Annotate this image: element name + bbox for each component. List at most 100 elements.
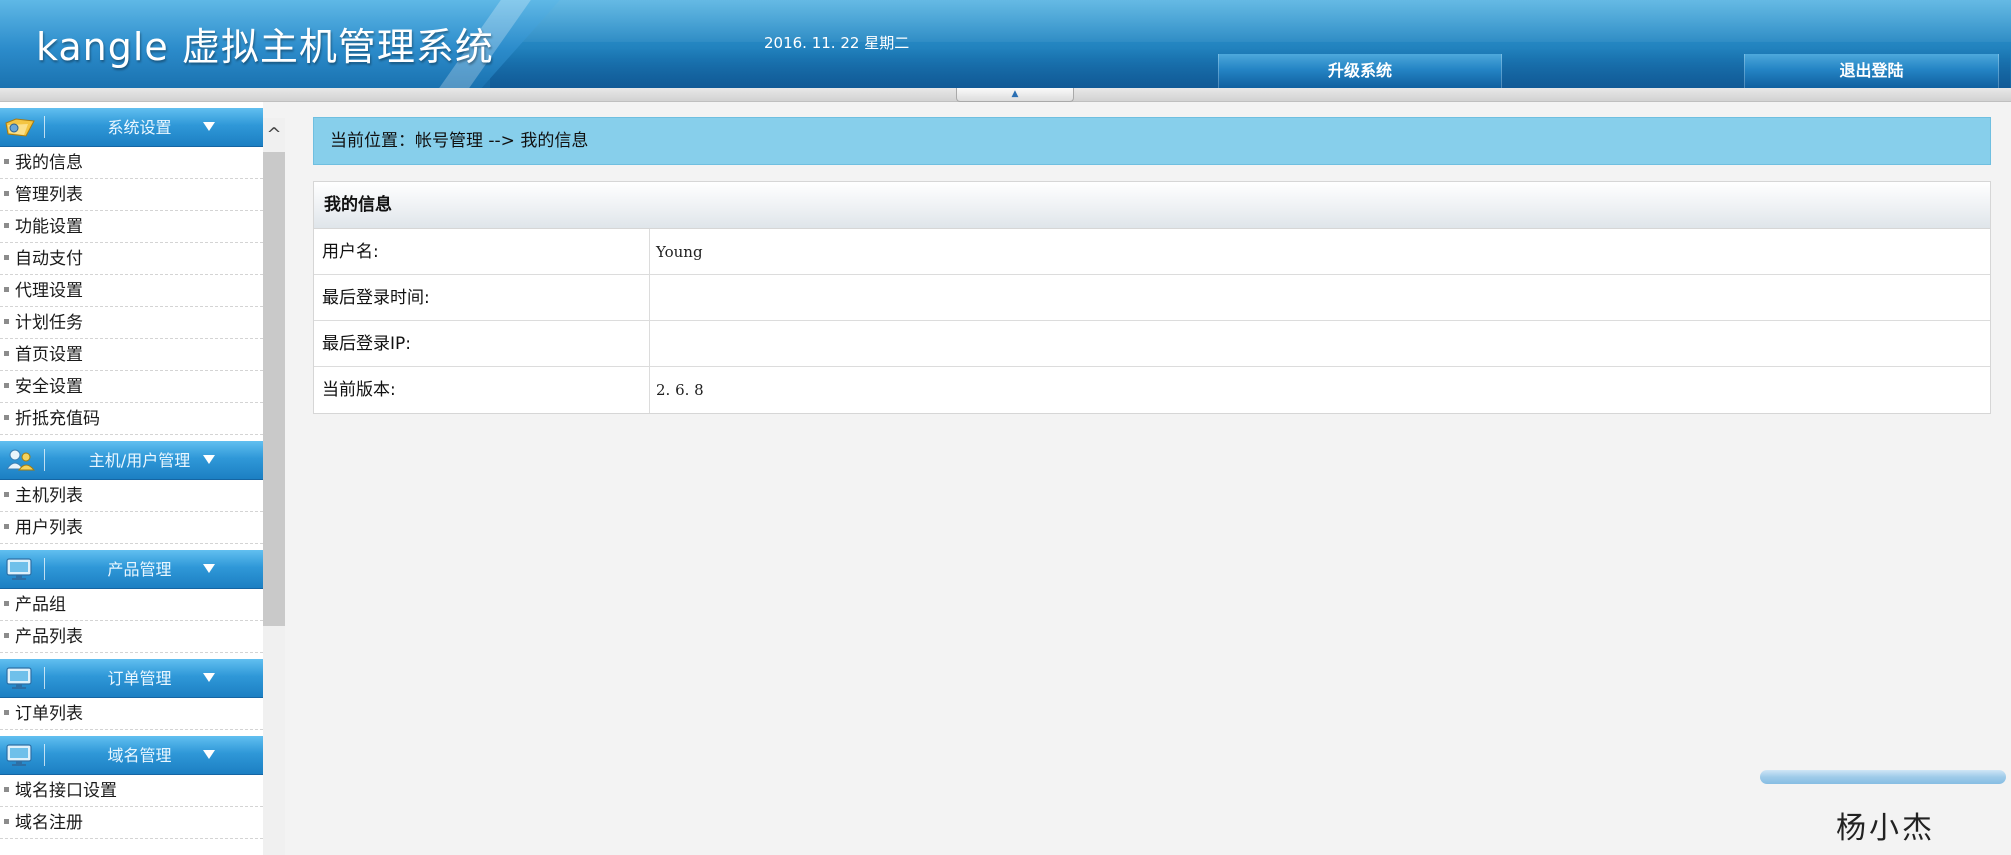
bullet-icon bbox=[4, 350, 9, 356]
bullet-icon bbox=[4, 382, 9, 388]
sidebar-item-label: 代理设置 bbox=[15, 281, 83, 301]
chevron-down-icon bbox=[203, 122, 215, 131]
bullet-icon bbox=[4, 190, 9, 196]
row-label-username: 用户名: bbox=[314, 229, 650, 274]
monitor-icon bbox=[6, 558, 32, 580]
chevron-down-icon bbox=[203, 673, 215, 682]
menu-group-host-user-management[interactable]: 主机/用户管理 bbox=[0, 441, 263, 480]
sidebar-item-label: 计划任务 bbox=[15, 313, 83, 333]
sidebar-item-security-settings[interactable]: 安全设置 bbox=[0, 371, 263, 403]
sidebar-item-scheduled-tasks[interactable]: 计划任务 bbox=[0, 307, 263, 339]
sidebar-item-label: 功能设置 bbox=[15, 217, 83, 237]
bullet-icon bbox=[4, 709, 9, 715]
bullet-icon bbox=[4, 600, 9, 606]
scroll-up-icon[interactable]: ^ bbox=[263, 118, 285, 152]
sidebar-item-label: 用户列表 bbox=[15, 518, 83, 538]
sidebar-item-label: 主机列表 bbox=[15, 486, 83, 506]
breadcrumb: 当前位置：帐号管理 --> 我的信息 bbox=[313, 117, 1991, 165]
bullet-icon bbox=[4, 414, 9, 420]
bullet-icon bbox=[4, 318, 9, 324]
chevron-down-icon bbox=[203, 455, 215, 464]
logout-button[interactable]: 退出登陆 bbox=[1744, 54, 1999, 88]
chevron-down-icon bbox=[203, 750, 215, 759]
sidebar-item-recharge-codes[interactable]: 折抵充值码 bbox=[0, 403, 263, 435]
menu-group-domain-management[interactable]: 域名管理 bbox=[0, 736, 263, 775]
bullet-icon bbox=[4, 254, 9, 260]
sidebar-item-label: 自动支付 bbox=[15, 249, 83, 269]
sidebar-item-homepage-settings[interactable]: 首页设置 bbox=[0, 339, 263, 371]
bullet-icon bbox=[4, 286, 9, 292]
decorative-bar bbox=[1760, 770, 2006, 784]
sidebar-item-label: 安全设置 bbox=[15, 377, 83, 397]
row-value-last-login-ip bbox=[650, 321, 1990, 366]
users-icon bbox=[6, 449, 36, 471]
sidebar: 系统设置 我的信息 管理列表 功能设置 自动支付 代理设置 计划任务 首页设置 … bbox=[0, 102, 263, 855]
menu-header-separator bbox=[44, 558, 45, 580]
sidebar-item-auto-payment[interactable]: 自动支付 bbox=[0, 243, 263, 275]
top-header: kangle 虚拟主机管理系统 2016. 11. 22 星期二 升级系统 退出… bbox=[0, 0, 2011, 88]
chevron-down-icon bbox=[203, 564, 215, 573]
table-title: 我的信息 bbox=[314, 182, 1990, 229]
bullet-icon bbox=[4, 786, 9, 792]
menu-header-separator bbox=[44, 116, 45, 138]
sidebar-item-label: 折抵充值码 bbox=[15, 409, 100, 429]
row-value-username: Young bbox=[656, 243, 703, 261]
menu-group-title: 主机/用户管理 bbox=[88, 451, 191, 470]
bullet-icon bbox=[4, 632, 9, 638]
menu-group-product-management[interactable]: 产品管理 bbox=[0, 550, 263, 589]
table-row: 最后登录时间: bbox=[314, 275, 1990, 321]
app-title: kangle 虚拟主机管理系统 bbox=[36, 25, 494, 69]
sidebar-item-label: 域名注册 bbox=[15, 813, 83, 833]
sidebar-item-user-list[interactable]: 用户列表 bbox=[0, 512, 263, 544]
menu-group-system-settings[interactable]: 系统设置 bbox=[0, 108, 263, 147]
menu-group-title: 产品管理 bbox=[107, 560, 172, 579]
sidebar-item-domain-registration[interactable]: 域名注册 bbox=[0, 807, 263, 839]
current-date: 2016. 11. 22 星期二 bbox=[764, 34, 910, 52]
sidebar-item-my-info[interactable]: 我的信息 bbox=[0, 147, 263, 179]
bullet-icon bbox=[4, 818, 9, 824]
menu-group-order-management[interactable]: 订单管理 bbox=[0, 659, 263, 698]
sidebar-item-label: 我的信息 bbox=[15, 153, 83, 173]
folder-gear-icon bbox=[5, 118, 35, 137]
bullet-icon bbox=[4, 491, 9, 497]
menu-header-separator bbox=[44, 449, 45, 471]
sidebar-item-label: 订单列表 bbox=[15, 704, 83, 724]
sidebar-item-order-list[interactable]: 订单列表 bbox=[0, 698, 263, 730]
sidebar-item-product-group[interactable]: 产品组 bbox=[0, 589, 263, 621]
sidebar-item-label: 产品列表 bbox=[15, 627, 83, 647]
sidebar-item-product-list[interactable]: 产品列表 bbox=[0, 621, 263, 653]
collapse-arrow-icon: ▲ bbox=[1011, 89, 1019, 99]
table-row: 用户名: Young bbox=[314, 229, 1990, 275]
row-label-current-version: 当前版本: bbox=[314, 367, 650, 413]
sidebar-item-feature-settings[interactable]: 功能设置 bbox=[0, 211, 263, 243]
bullet-icon bbox=[4, 523, 9, 529]
menu-group-title: 域名管理 bbox=[107, 746, 172, 765]
sidebar-item-proxy-settings[interactable]: 代理设置 bbox=[0, 275, 263, 307]
sidebar-item-label: 管理列表 bbox=[15, 185, 83, 205]
menu-header-separator bbox=[44, 667, 45, 689]
row-label-last-login-ip: 最后登录IP: bbox=[314, 321, 650, 366]
menu-group-title: 订单管理 bbox=[107, 669, 172, 688]
my-info-table: 我的信息 用户名: Young 最后登录时间: 最后登录IP: 当前版本: 2.… bbox=[313, 181, 1991, 414]
row-value-current-version: 2. 6. 8 bbox=[656, 381, 704, 399]
monitor-icon bbox=[6, 667, 32, 689]
sidebar-item-domain-api-settings[interactable]: 域名接口设置 bbox=[0, 775, 263, 807]
sidebar-scrollbar-thumb[interactable] bbox=[263, 152, 285, 626]
table-row: 当前版本: 2. 6. 8 bbox=[314, 367, 1990, 413]
row-label-last-login-time: 最后登录时间: bbox=[314, 275, 650, 320]
bullet-icon bbox=[4, 158, 9, 164]
monitor-icon bbox=[6, 744, 32, 766]
table-row: 最后登录IP: bbox=[314, 321, 1990, 367]
bullet-icon bbox=[4, 222, 9, 228]
sidebar-item-admin-list[interactable]: 管理列表 bbox=[0, 179, 263, 211]
sidebar-item-host-list[interactable]: 主机列表 bbox=[0, 480, 263, 512]
menu-header-separator bbox=[44, 744, 45, 766]
sidebar-item-label: 首页设置 bbox=[15, 345, 83, 365]
collapse-header-toggle[interactable]: ▲ bbox=[956, 88, 1074, 102]
menu-group-title: 系统设置 bbox=[107, 118, 172, 137]
row-value-last-login-time bbox=[650, 275, 1990, 320]
sidebar-item-label: 域名接口设置 bbox=[15, 781, 117, 801]
sidebar-item-label: 产品组 bbox=[15, 595, 66, 615]
author-signature: 杨小杰 bbox=[1836, 811, 1935, 846]
upgrade-system-button[interactable]: 升级系统 bbox=[1218, 54, 1502, 88]
